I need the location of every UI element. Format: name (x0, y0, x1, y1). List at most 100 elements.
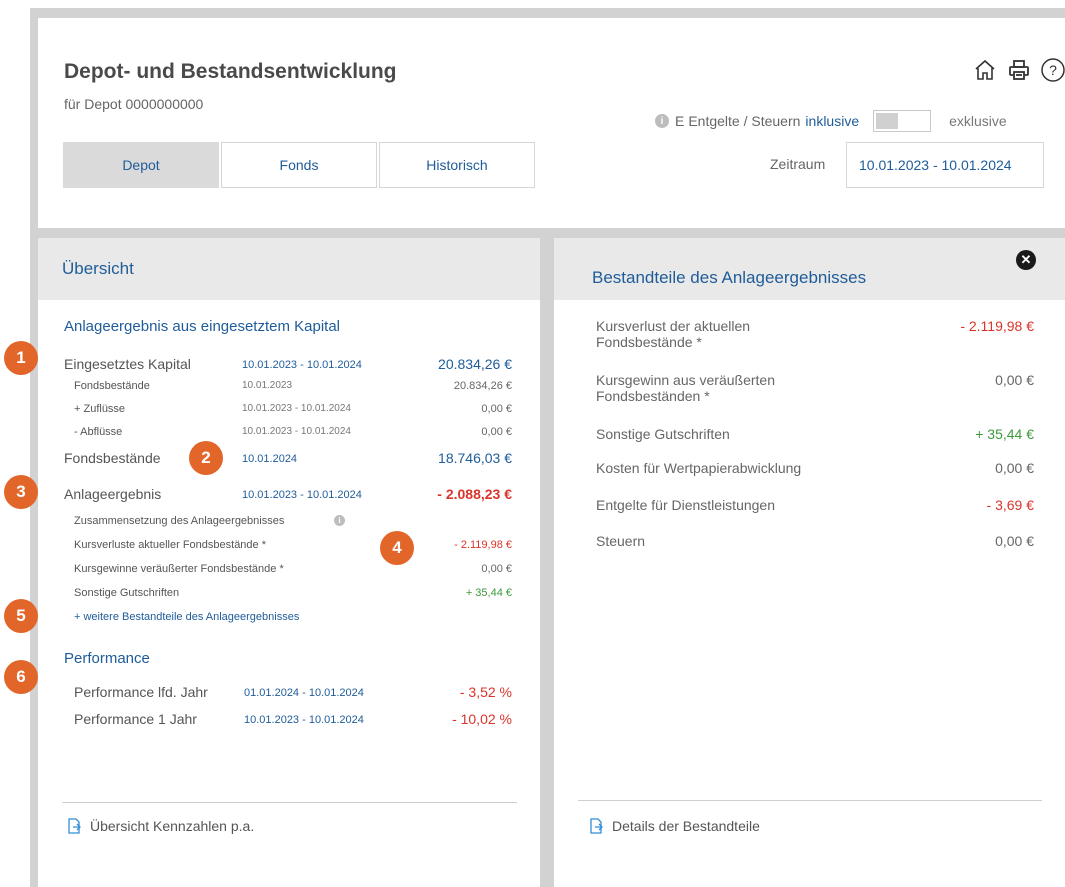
table-row: + Zuflüsse 10.01.2023 - 10.01.2024 0,00 … (64, 403, 512, 423)
toggle-label: Entgelte / Steuern (688, 113, 801, 129)
row-label: Eingesetztes Kapital (64, 356, 191, 372)
row-value: 18.746,03 € (438, 450, 512, 466)
row-date: 10.01.2023 - 10.01.2024 (242, 403, 351, 414)
external-page-icon (68, 818, 81, 834)
annotation-badge-6: 6 (4, 660, 38, 694)
component-row: Kursgewinn aus veräußerten Fondsbestände… (596, 372, 1034, 408)
zeitraum-label: Zeitraum (770, 156, 826, 172)
row-fondsbestaende: Fondsbestände 10.01.2024 18.746,03 € (64, 450, 512, 470)
row-value: - 2.088,23 € (437, 486, 512, 502)
row-label: Performance lfd. Jahr (74, 684, 208, 700)
tab-fonds[interactable]: Fonds (221, 142, 377, 188)
row-date: 01.01.2024 - 10.01.2024 (244, 687, 364, 699)
divider (578, 800, 1042, 801)
composition-label: Zusammensetzung des Anlageergebnisses (74, 515, 285, 527)
row-date: 10.01.2023 - 10.01.2024 (242, 359, 362, 371)
row-value: 0,00 € (481, 426, 512, 438)
component-row: Entgelte für Dienstleistungen - 3,69 € (596, 497, 1034, 517)
more-components-link[interactable]: + weitere Bestandteile des Anlageergebni… (74, 611, 299, 623)
toggle-on-label[interactable]: inklusive (805, 113, 859, 129)
table-row: Performance 1 Jahr 10.01.2023 - 10.01.20… (74, 711, 512, 731)
home-icon[interactable] (970, 55, 1000, 85)
info-icon[interactable]: i (655, 114, 669, 128)
row-label: Sonstige Gutschriften (74, 587, 180, 599)
row-date: 10.01.2023 (242, 380, 293, 391)
row-date: 10.01.2023 - 10.01.2024 (242, 426, 351, 437)
row-label: Kosten für Wertpapierabwicklung (596, 460, 802, 476)
print-icon[interactable] (1004, 55, 1034, 85)
table-row: - Abflüsse 10.01.2023 - 10.01.2024 0,00 … (64, 426, 512, 446)
close-icon[interactable]: ✕ (1016, 250, 1036, 270)
row-value: - 2.119,98 € (454, 539, 512, 551)
row-label: Entgelte für Dienstleistungen (596, 497, 775, 513)
row-value: 0,00 € (995, 460, 1034, 476)
row-date: 10.01.2023 - 10.01.2024 (242, 489, 362, 501)
kennzahlen-link[interactable]: Übersicht Kennzahlen p.a. (66, 818, 254, 834)
row-label: Kursgewinne veräußerter Fondsbestände * (74, 563, 284, 575)
component-row: Kursverlust der aktuellen Fondsbestände … (596, 318, 1034, 354)
row-label: Performance 1 Jahr (74, 711, 197, 727)
svg-text:?: ? (1049, 62, 1057, 78)
fee-tax-toggle-row: i E Entgelte / Steuern inklusive exklusi… (655, 110, 1007, 132)
info-icon[interactable]: i (334, 515, 345, 526)
row-label: + Zuflüsse (74, 403, 126, 415)
row-value: - 3,69 € (986, 497, 1034, 513)
row-value: - 10,02 % (452, 711, 512, 727)
switch-knob (876, 113, 899, 129)
annotation-badge-1: 1 (4, 341, 38, 375)
view-tabs: Depot Fonds Historisch (63, 142, 537, 188)
table-row: Kursverluste aktueller Fondsbestände * -… (64, 539, 512, 559)
annotation-badge-2: 2 (189, 441, 223, 475)
table-row: Performance lfd. Jahr 01.01.2024 - 10.01… (74, 684, 512, 704)
row-label: Kursverluste aktueller Fondsbestände * (74, 539, 266, 551)
row-label: Steuern (596, 533, 646, 549)
row-label: Kursgewinn aus veräußerten Fondsbestände… (596, 372, 775, 404)
row-label: Fondsbestände (74, 380, 150, 392)
table-row: Fondsbestände 10.01.2023 20.834,26 € (64, 380, 512, 400)
row-anlageergebnis: Anlageergebnis 10.01.2023 - 10.01.2024 -… (64, 486, 512, 506)
row-eingesetztes-kapital: Eingesetztes Kapital 10.01.2023 - 10.01.… (64, 356, 512, 376)
details-link[interactable]: Details der Bestandteile (588, 818, 760, 834)
components-panel-title: Bestandteile des Anlageergebnisses (554, 238, 1065, 300)
section-title-anlageergebnis: Anlageergebnis aus eingesetztem Kapital (64, 318, 341, 335)
table-row: Sonstige Gutschriften + 35,44 € (64, 587, 512, 607)
component-row: Sonstige Gutschriften + 35,44 € (596, 426, 1034, 446)
composition-header: Zusammensetzung des Anlageergebnisses i (64, 515, 512, 535)
annotation-badge-3: 3 (4, 475, 38, 509)
component-row: Steuern 0,00 € (596, 533, 1034, 553)
row-value: 0,00 € (995, 533, 1034, 549)
kennzahlen-link-label: Übersicht Kennzahlen p.a. (90, 818, 255, 834)
page-title: Depot- und Bestandsentwicklung (64, 60, 397, 83)
row-value: - 2.119,98 € (960, 318, 1034, 334)
tab-depot[interactable]: Depot (63, 142, 219, 188)
row-date: 10.01.2023 - 10.01.2024 (244, 714, 364, 726)
help-icon[interactable]: ? (1038, 55, 1065, 85)
toggle-off-label[interactable]: exklusive (949, 113, 1007, 129)
fee-tax-switch[interactable] (873, 110, 932, 132)
row-label: Sonstige Gutschriften (596, 426, 730, 442)
external-page-icon (590, 818, 603, 834)
row-value: + 35,44 € (975, 426, 1034, 442)
row-value: 0,00 € (481, 403, 512, 415)
row-value: + 35,44 € (465, 587, 512, 599)
table-row: Kursgewinne veräußerter Fondsbestände * … (64, 563, 512, 583)
row-label: Kursverlust der aktuellen Fondsbestände … (596, 318, 751, 350)
section-title-performance: Performance (64, 650, 150, 667)
row-value: 20.834,26 € (453, 380, 512, 392)
row-value: 0,00 € (995, 372, 1034, 388)
row-label: Anlageergebnis (64, 486, 162, 502)
overview-panel-title: Übersicht (38, 238, 540, 300)
toolbar: ? (970, 55, 1065, 85)
depot-subtitle: für Depot 0000000000 (64, 96, 204, 112)
annotation-badge-4: 4 (380, 531, 414, 565)
zeitraum-field[interactable]: 10.01.2023 - 10.01.2024 (846, 142, 1044, 188)
component-row: Kosten für Wertpapierabwicklung 0,00 € (596, 460, 1034, 480)
row-label: - Abflüsse (74, 426, 123, 438)
row-value: 20.834,26 € (438, 356, 512, 372)
details-link-label: Details der Bestandteile (612, 818, 760, 834)
row-label: Fondsbestände (64, 450, 161, 466)
divider (62, 802, 517, 803)
row-value: 0,00 € (481, 563, 512, 575)
toggle-prefix: E (675, 113, 685, 129)
tab-historisch[interactable]: Historisch (379, 142, 535, 188)
